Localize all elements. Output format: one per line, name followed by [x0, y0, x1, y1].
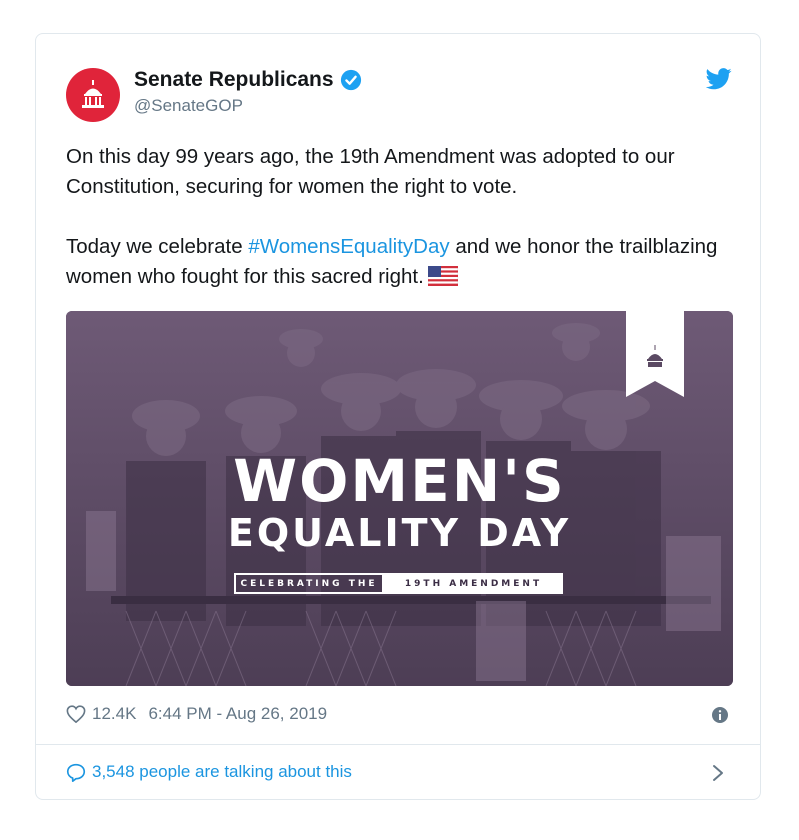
media-subtitle-bar: CELEBRATING THE 19TH AMENDMENT [234, 573, 563, 594]
twitter-bird-icon[interactable] [706, 68, 732, 90]
hashtag-link[interactable]: #WomensEqualityDay [248, 235, 449, 258]
tweet-text: On this day 99 years ago, the 19th Amend… [66, 142, 736, 292]
capitol-icon [82, 80, 104, 108]
tweet-meta: 12.4K 6:44 PM - Aug 26, 2019 [66, 704, 327, 724]
avatar[interactable] [66, 68, 120, 122]
info-icon[interactable] [712, 707, 728, 723]
tweet-paragraph-2: Today we celebrate #WomensEqualityDay an… [66, 232, 736, 292]
paragraph-2-start: Today we celebrate [66, 235, 249, 258]
heart-icon[interactable] [66, 705, 86, 723]
author-name-row: Senate Republicans [134, 68, 362, 92]
verified-badge-icon [340, 69, 361, 91]
us-flag-emoji-icon [427, 266, 458, 286]
media-title-line-1: WOMEN'S [233, 447, 566, 515]
like-count[interactable]: 12.4K [92, 704, 136, 724]
chevron-right-icon[interactable] [712, 764, 724, 782]
handle[interactable]: @SenateGOP [134, 96, 243, 116]
divider [36, 744, 760, 745]
tweet-card: Senate Republicans @SenateGOP On this da… [35, 33, 761, 800]
display-name[interactable]: Senate Republicans [134, 68, 334, 92]
tweet-media-image[interactable]: WOMEN'S EQUALITY DAY CELEBRATING THE 19T… [66, 311, 733, 686]
tweet-paragraph-1: On this day 99 years ago, the 19th Amend… [66, 145, 675, 198]
timestamp[interactable]: 6:44 PM - Aug 26, 2019 [148, 704, 327, 724]
talking-count-label[interactable]: 3,548 people are talking about this [92, 762, 352, 782]
media-title-line-2: EQUALITY DAY [227, 511, 572, 555]
media-subtitle-left: CELEBRATING THE [234, 573, 384, 594]
media-subtitle-right: 19TH AMENDMENT [384, 573, 563, 594]
conversation-link[interactable]: 3,548 people are talking about this [66, 762, 352, 782]
senate-ribbon-icon [626, 311, 684, 397]
comment-bubble-icon [66, 763, 86, 782]
